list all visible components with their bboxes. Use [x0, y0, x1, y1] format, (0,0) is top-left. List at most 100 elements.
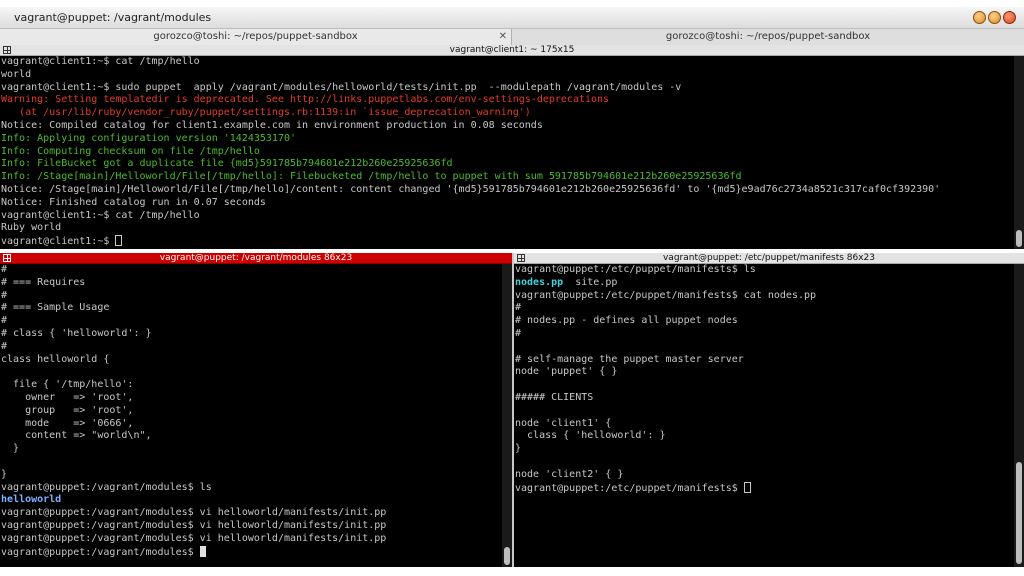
terminal-line: class { 'helloworld': } [515, 430, 1014, 443]
terminal-line: # === Sample Usage [1, 302, 502, 315]
terminal-line: Info: FileBucket got a duplicate file {m… [1, 158, 1014, 171]
terminal-line-text: vagrant@puppet:/etc/puppet/manifests$ ls [515, 264, 756, 275]
tab-bar: gorozco@toshi: ~/repos/puppet-sandbox ✕ … [0, 29, 1024, 45]
maximize-button[interactable] [988, 11, 1001, 24]
terminal-line: vagrant@client1:~$ [1, 235, 1014, 248]
window-title: vagrant@puppet: /vagrant/modules [14, 11, 212, 24]
terminal-line: group => 'root', [1, 405, 502, 418]
terminal-line: vagrant@client1:~$ cat /tmp/hello [1, 210, 1014, 223]
terminal-line: vagrant@client1:~$ sudo puppet apply /va… [1, 82, 1014, 95]
terminal-grid-icon[interactable] [3, 46, 11, 54]
terminal-line: Notice: Compiled catalog for client1.exa… [1, 120, 1014, 133]
top-terminal[interactable]: vagrant@client1:~$ cat /tmp/hello world va… [0, 56, 1014, 249]
window-titlebar: vagrant@puppet: /vagrant/modules [0, 7, 1024, 29]
terminal-line: helloworld [1, 494, 502, 507]
terminal-line-text: vagrant@puppet:/etc/puppet/manifests$ [515, 482, 744, 494]
right-terminal[interactable]: vagrant@puppet:/etc/puppet/manifests$ ls… [514, 264, 1014, 567]
terminal-line: vagrant@puppet:/etc/puppet/manifests$ ls [515, 264, 1014, 277]
terminal-line-text: class { 'helloworld': } [515, 430, 666, 442]
tab-2[interactable]: gorozco@toshi: ~/repos/puppet-sandbox [512, 29, 1024, 45]
terminal-grid-icon[interactable] [517, 254, 525, 262]
minimize-button[interactable] [973, 11, 986, 24]
terminal-line-text: vagrant@client1:~$ cat /tmp/hello [1, 209, 200, 221]
terminal-line: vagrant@puppet:/vagrant/modules$ ls [1, 482, 502, 495]
terminal-line: Info: Applying configuration version '14… [1, 133, 1014, 146]
terminal-line-text: Info: FileBucket got a duplicate file {m… [1, 158, 453, 170]
terminal-line: } [1, 469, 502, 482]
terminal-line: # self-manage the puppet master server [515, 354, 1014, 367]
terminal-line-text: mode => '0666', [1, 417, 134, 429]
terminal-line-text: } [1, 443, 20, 455]
right-terminal-scrollbar[interactable] [1014, 264, 1024, 567]
terminal-line-text: vagrant@puppet:/vagrant/modules$ vi hell… [1, 519, 387, 531]
left-terminal-scrollbar[interactable] [502, 264, 512, 567]
cursor-icon [743, 481, 751, 493]
terminal-line-text: vagrant@puppet:/etc/puppet/manifests$ ca… [515, 289, 817, 301]
terminal-line-text: Info: /Stage[main]/Helloworld/File[/tmp/… [1, 171, 742, 183]
terminal-line: Notice: Finished catalog run in 0.07 sec… [1, 197, 1014, 210]
terminal-line-text: # nodes.pp - defines all puppet nodes [515, 315, 738, 327]
top-pane-header[interactable]: vagrant@client1: ~ 175x15 [0, 45, 1024, 56]
terminal-line-text: # class { 'helloworld': } [1, 327, 152, 339]
terminal-line-text: node 'client2' { } [515, 468, 624, 480]
top-scroll-thumb[interactable] [1016, 230, 1022, 247]
terminal-grid-icon[interactable] [3, 254, 11, 262]
window-controls [973, 11, 1016, 25]
terminal-line: (at /usr/lib/ruby/vendor_ruby/puppet/set… [1, 107, 1014, 120]
terminal-line: nodes.pp site.pp [515, 277, 1014, 290]
tab-1-label: gorozco@toshi: ~/repos/puppet-sandbox [153, 31, 358, 42]
terminal-line-text: } [1, 468, 8, 480]
left-pane-title: vagrant@puppet: /vagrant/modules 86x23 [159, 253, 353, 263]
terminal-line: node 'puppet' { } [515, 366, 1014, 379]
terminal-line: vagrant@puppet:/vagrant/modules$ [1, 545, 502, 559]
left-scroll-thumb[interactable] [504, 547, 510, 565]
terminal-line-text: file { '/tmp/hello': [1, 379, 134, 391]
terminal-line-text: world [1, 68, 32, 80]
terminal-line-text: Info: Computing checksum on file /tmp/he… [1, 145, 260, 157]
terminal-line-text: class helloworld { [1, 353, 110, 365]
terminal-line-text: vagrant@puppet:/vagrant/modules$ vi hell… [1, 532, 387, 544]
terminal-line: node 'client2' { } [515, 469, 1014, 482]
cursor-icon [115, 235, 123, 247]
terminal-line-text: # [1, 264, 8, 275]
terminal-line: Info: /Stage[main]/Helloworld/File[/tmp/… [1, 171, 1014, 184]
ls-file-entry: site.pp [575, 276, 618, 288]
terminal-line: Info: Computing checksum on file /tmp/he… [1, 146, 1014, 159]
top-pane-title: vagrant@client1: ~ 175x15 [449, 45, 575, 55]
cursor-icon [199, 545, 206, 557]
terminal-line-text: vagrant@puppet:/vagrant/modules$ vi hell… [1, 507, 387, 519]
terminal-line-text: vagrant@puppet:/vagrant/modules$ [1, 546, 200, 558]
terminal-line-text: Warning: Setting templatedir is deprecat… [1, 94, 610, 106]
tab-2-label: gorozco@toshi: ~/repos/puppet-sandbox [665, 31, 871, 42]
terminal-line: # class { 'helloworld': } [1, 328, 502, 341]
tab-close-icon[interactable]: ✕ [499, 29, 507, 44]
right-scroll-thumb[interactable] [1016, 462, 1022, 564]
terminal-line: mode => '0666', [1, 418, 502, 431]
terminal-line: ##### CLIENTS [515, 392, 1014, 405]
terminal-line: vagrant@client1:~$ cat /tmp/hello [1, 56, 1014, 69]
terminal-line-text: # self-manage the puppet master server [515, 353, 744, 365]
left-terminal[interactable]: # # === Requires # # === Sample Usage # # cla… [0, 264, 502, 567]
terminal-line-text: group => 'root', [1, 404, 134, 416]
terminal-line: vagrant@puppet:/vagrant/modules$ vi hell… [1, 520, 502, 533]
terminal-line: content => "world\n", [1, 430, 502, 443]
close-window-button[interactable] [1003, 11, 1016, 24]
top-terminal-scrollbar[interactable] [1014, 56, 1024, 249]
terminal-line-text: ##### CLIENTS [515, 391, 594, 403]
terminal-line: # [515, 328, 1014, 341]
terminal-line: # [515, 302, 1014, 315]
terminal-line: } [1, 443, 502, 456]
right-pane-header[interactable]: vagrant@puppet: /etc/puppet/manifests 86… [514, 253, 1024, 264]
terminal-line-text: # === Requires [1, 276, 86, 288]
terminal-line: # === Requires [1, 277, 502, 290]
terminal-line-text: vagrant@client1:~$ cat /tmp/hello [1, 56, 200, 67]
terminal-line: } [515, 443, 1014, 456]
tab-1[interactable]: gorozco@toshi: ~/repos/puppet-sandbox ✕ [0, 29, 512, 45]
terminal-line: vagrant@puppet:/vagrant/modules$ vi hell… [1, 507, 502, 520]
left-pane-header[interactable]: vagrant@puppet: /vagrant/modules 86x23 [0, 253, 512, 264]
terminal-line: vagrant@puppet:/etc/puppet/manifests$ ca… [515, 290, 1014, 303]
